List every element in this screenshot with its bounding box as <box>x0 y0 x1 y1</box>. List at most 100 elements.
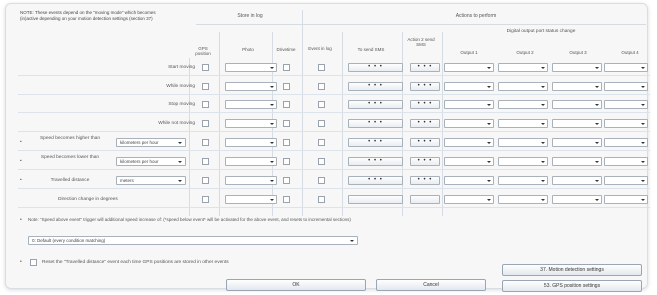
gps-position-checkbox[interactable] <box>202 196 209 203</box>
output-4-select[interactable] <box>604 138 648 147</box>
col-gps-position: GPS position <box>195 46 211 56</box>
photo-select[interactable] <box>225 195 277 204</box>
driver-checkbox[interactable] <box>283 196 290 203</box>
photo-select[interactable] <box>225 138 277 147</box>
driver-checkbox[interactable] <box>283 177 290 184</box>
driver-checkbox[interactable] <box>283 64 290 71</box>
gps-position-checkbox[interactable] <box>202 83 209 90</box>
output-4-select[interactable] <box>604 63 648 72</box>
photo-select[interactable] <box>225 100 277 109</box>
output-1-select[interactable] <box>444 82 494 91</box>
row-bullet: • <box>20 140 22 145</box>
driver-checkbox[interactable] <box>283 158 290 165</box>
output-2-select[interactable] <box>498 138 548 147</box>
gps-position-checkbox[interactable] <box>202 120 209 127</box>
output-4-select[interactable] <box>604 157 648 166</box>
reset-distance-checkbox[interactable] <box>30 259 37 266</box>
output-3-select[interactable] <box>552 157 602 166</box>
output-1-select[interactable] <box>444 119 494 128</box>
output-1-select[interactable] <box>444 138 494 147</box>
photo-select[interactable] <box>225 63 277 72</box>
output-3-select[interactable] <box>552 176 602 185</box>
output-4-select[interactable] <box>604 82 648 91</box>
row-label: Start moving <box>168 65 195 70</box>
sms-text-button[interactable]: • • • <box>410 176 440 185</box>
gps-position-checkbox[interactable] <box>202 101 209 108</box>
output-4-select[interactable] <box>604 119 648 128</box>
motion-settings-button[interactable]: 37. Motion detection settings <box>502 264 642 276</box>
output-4-select[interactable] <box>604 195 648 204</box>
sms-recipients-button[interactable]: • • • <box>348 119 403 128</box>
driver-checkbox[interactable] <box>283 101 290 108</box>
event-in-log-checkbox[interactable] <box>318 120 325 127</box>
gps-position-checkbox[interactable] <box>202 139 209 146</box>
row-unit-select[interactable]: meters <box>116 176 186 185</box>
output-1-select[interactable] <box>444 63 494 72</box>
output-3-select[interactable] <box>552 119 602 128</box>
sms-recipients-button[interactable]: • • • <box>348 157 403 166</box>
sms-text-button[interactable]: • • • <box>410 63 440 72</box>
row-label: Speed becomes lower than <box>40 155 100 160</box>
event-in-log-checkbox[interactable] <box>318 158 325 165</box>
output-4-select[interactable] <box>604 176 648 185</box>
output-3-select[interactable] <box>552 100 602 109</box>
speed-mode-select[interactable]: 0: Default (every condition matching) <box>28 236 358 245</box>
row-label: While moving <box>166 84 195 89</box>
sms-recipients-button[interactable] <box>348 195 403 204</box>
sms-text-button[interactable]: • • • <box>410 82 440 91</box>
output-1-select[interactable] <box>444 157 494 166</box>
event-in-log-checkbox[interactable] <box>318 101 325 108</box>
sms-recipients-button[interactable]: • • • <box>348 82 403 91</box>
output-2-select[interactable] <box>498 63 548 72</box>
output-1-select[interactable] <box>444 176 494 185</box>
event-in-log-checkbox[interactable] <box>318 196 325 203</box>
event-in-log-checkbox[interactable] <box>318 83 325 90</box>
gps-settings-button[interactable]: 53. GPS position settings <box>502 280 642 292</box>
driver-checkbox[interactable] <box>283 120 290 127</box>
output-2-select[interactable] <box>498 157 548 166</box>
photo-select[interactable] <box>225 82 277 91</box>
output-1-select[interactable] <box>444 100 494 109</box>
photo-select[interactable] <box>225 176 277 185</box>
event-in-log-checkbox[interactable] <box>318 139 325 146</box>
driver-checkbox[interactable] <box>283 83 290 90</box>
sms-text-button[interactable]: • • • <box>410 119 440 128</box>
output-3-select[interactable] <box>552 82 602 91</box>
sms-text-button[interactable] <box>410 195 440 204</box>
gps-position-checkbox[interactable] <box>202 177 209 184</box>
sms-text-button[interactable]: • • • <box>410 100 440 109</box>
sms-text-button[interactable]: • • • <box>410 138 440 147</box>
output-1-select[interactable] <box>444 195 494 204</box>
event-in-log-checkbox[interactable] <box>318 64 325 71</box>
row-unit-select[interactable]: kilometers per hour <box>116 157 186 166</box>
sms-text-button[interactable]: • • • <box>410 157 440 166</box>
output-2-select[interactable] <box>498 176 548 185</box>
output-2-select[interactable] <box>498 119 548 128</box>
output-2-select[interactable] <box>498 82 548 91</box>
sms-recipients-button[interactable]: • • • <box>348 63 403 72</box>
col-event-in-log: Event in log <box>308 46 332 51</box>
output-2-select[interactable] <box>498 100 548 109</box>
row-unit-select[interactable]: kilometers per hour <box>116 138 186 147</box>
row-label: While not moving <box>158 121 195 126</box>
photo-select[interactable] <box>225 119 277 128</box>
output-4-select[interactable] <box>604 100 648 109</box>
ok-button[interactable]: OK <box>226 279 366 291</box>
output-2-select[interactable] <box>498 195 548 204</box>
actions-header: Actions to perform <box>455 13 497 19</box>
event-in-log-checkbox[interactable] <box>318 177 325 184</box>
photo-select[interactable] <box>225 157 277 166</box>
table-row: While not moving • • • • • • <box>18 116 650 132</box>
sms-recipients-button[interactable]: • • • <box>348 138 403 147</box>
cancel-button[interactable]: Cancel <box>376 279 486 291</box>
driver-checkbox[interactable] <box>283 139 290 146</box>
sms-recipients-button[interactable]: • • • <box>348 176 403 185</box>
output-3-select[interactable] <box>552 63 602 72</box>
gps-position-checkbox[interactable] <box>202 64 209 71</box>
output-3-select[interactable] <box>552 195 602 204</box>
sms-recipients-button[interactable]: • • • <box>348 100 403 109</box>
table-row: • Speed becomes lower than kilometers per … <box>18 154 650 170</box>
gps-position-checkbox[interactable] <box>202 158 209 165</box>
output-3-select[interactable] <box>552 138 602 147</box>
col-to-sms: To send SMS <box>357 47 385 52</box>
